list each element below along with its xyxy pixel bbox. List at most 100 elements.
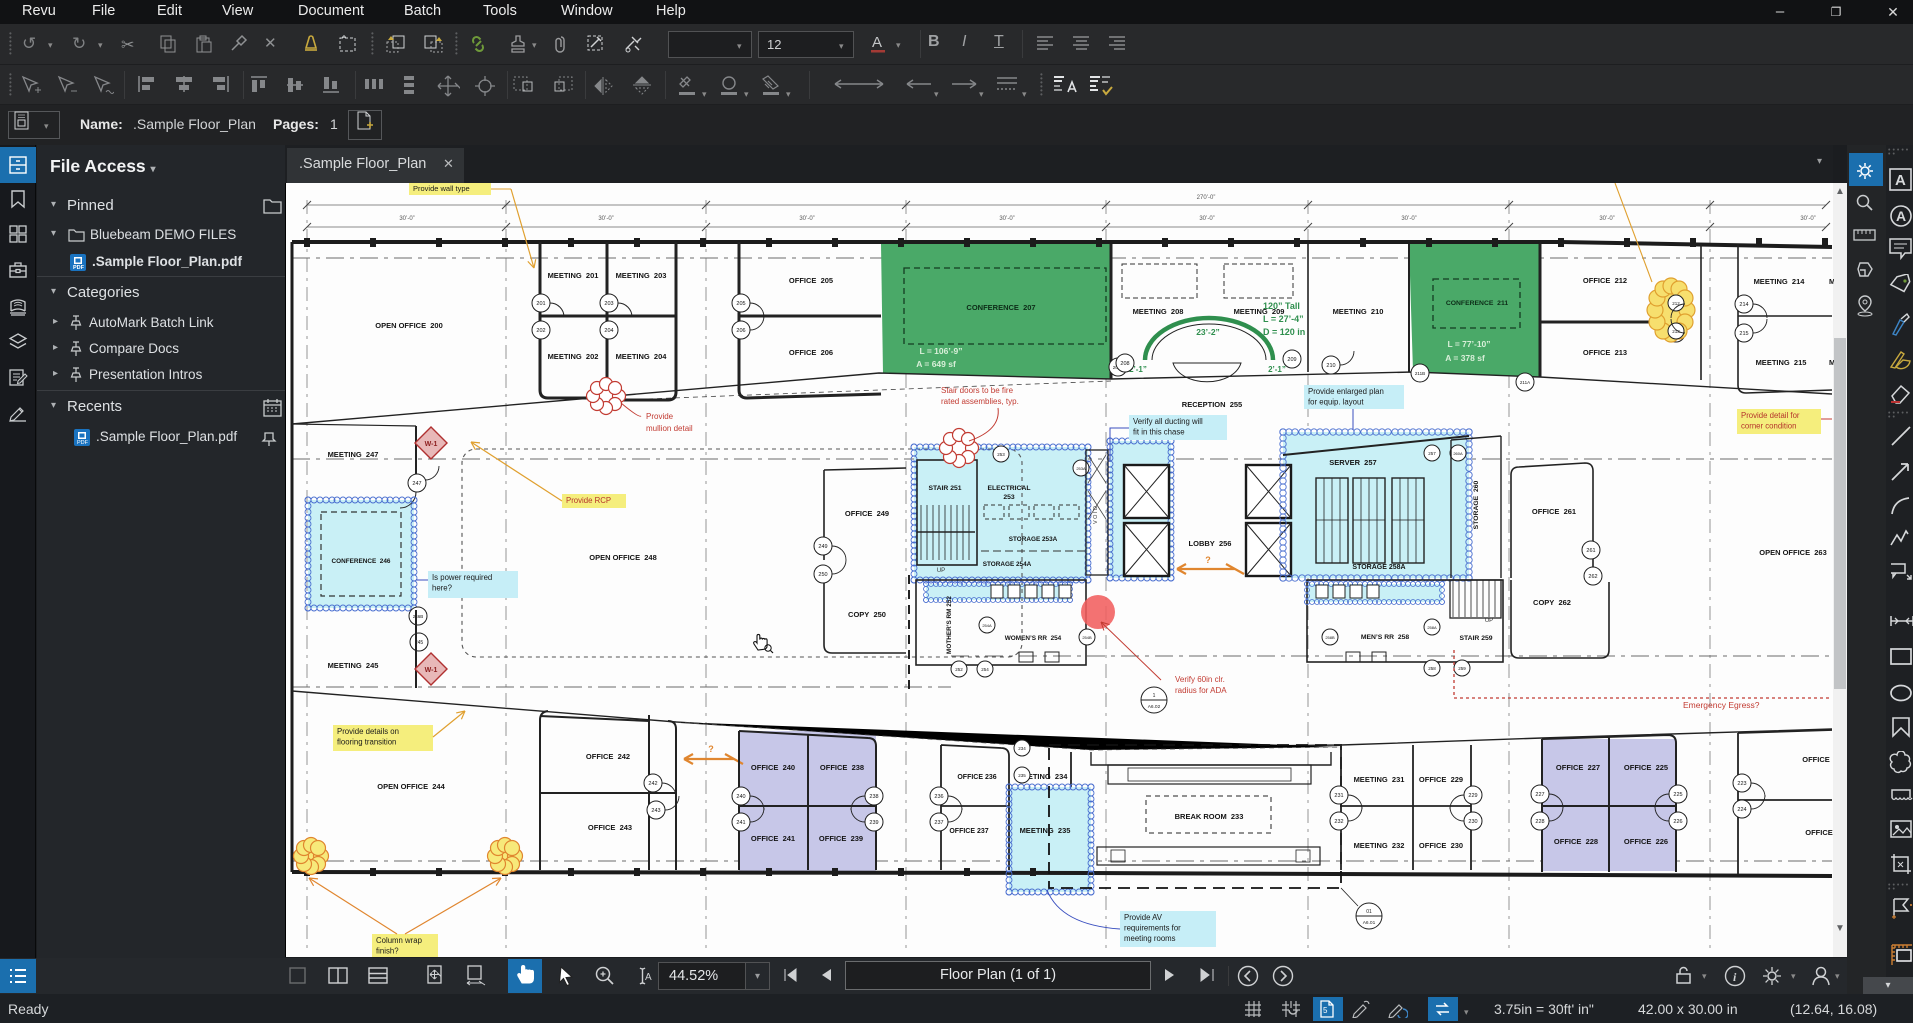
svg-text:227: 227 [1535, 792, 1544, 798]
svg-text:Provide detail for: Provide detail for [1741, 411, 1800, 420]
svg-text:A: A [1896, 208, 1906, 224]
svg-text:30’-0”: 30’-0” [1599, 216, 1614, 222]
svg-text:ME: ME [1829, 358, 1834, 367]
svg-text:OFFICE 227: OFFICE 227 [1556, 763, 1600, 772]
svg-text:236: 236 [934, 794, 943, 800]
svg-text:239: 239 [869, 820, 878, 826]
svg-text:?: ? [1205, 555, 1211, 565]
svg-text:258: 258 [1428, 666, 1436, 671]
svg-text:CONFERENCE 246: CONFERENCE 246 [332, 558, 391, 565]
svg-text:201: 201 [536, 301, 545, 307]
svg-text:A: A [872, 34, 882, 51]
svg-text:205: 205 [736, 301, 745, 307]
svg-text:STAIR 251: STAIR 251 [928, 485, 961, 492]
svg-text:231: 231 [1334, 793, 1343, 799]
svg-text:254B: 254B [1082, 635, 1092, 640]
svg-text:MEETING 215: MEETING 215 [1756, 358, 1807, 367]
svg-text:225: 225 [1673, 792, 1682, 798]
svg-text:MEETING 235: MEETING 235 [1020, 826, 1071, 835]
svg-text:MEN’S RR 258: MEN’S RR 258 [1361, 634, 1410, 641]
svg-text:W-1: W-1 [425, 667, 438, 674]
svg-text:MEETING 203: MEETING 203 [616, 271, 667, 280]
svg-text:MEETING 201: MEETING 201 [548, 271, 599, 280]
svg-text:30’-0”: 30’-0” [1199, 216, 1214, 222]
svg-text:253: 253 [1003, 494, 1015, 501]
svg-text:OFFICE 212: OFFICE 212 [1583, 276, 1627, 285]
svg-text:fit in this chase: fit in this chase [1133, 428, 1185, 437]
svg-text:241: 241 [736, 820, 745, 826]
svg-text:253A: 253A [1076, 466, 1086, 471]
svg-text:23’-2”: 23’-2” [1196, 327, 1220, 337]
svg-text:30’-0”: 30’-0” [1401, 216, 1416, 222]
svg-text:PDF: PDF [73, 265, 85, 271]
svg-text:254: 254 [981, 667, 989, 672]
svg-text:CONFERENCE 211: CONFERENCE 211 [1446, 300, 1509, 307]
svg-text:corner condition: corner condition [1741, 422, 1796, 431]
svg-text:COPY 250: COPY 250 [848, 610, 886, 619]
svg-text:radius for ADA: radius for ADA [1175, 686, 1227, 695]
svg-text:238: 238 [869, 794, 878, 800]
svg-text:MEETING 232: MEETING 232 [1354, 841, 1405, 850]
svg-text:OFFICE 237: OFFICE 237 [949, 828, 988, 835]
svg-text:202: 202 [536, 328, 545, 334]
svg-text:OFFICE 238: OFFICE 238 [820, 763, 864, 772]
svg-text:OPEN OFFICE 248: OPEN OFFICE 248 [589, 553, 657, 562]
svg-text:OFFICE 249: OFFICE 249 [845, 509, 889, 518]
svg-text:252: 252 [955, 667, 963, 672]
svg-text:260A: 260A [1453, 451, 1463, 456]
svg-text:259: 259 [1458, 666, 1466, 671]
svg-text:L = 77’-10”: L = 77’-10” [1447, 339, 1490, 349]
svg-text:240: 240 [736, 794, 745, 800]
svg-text:L = 106’-9”: L = 106’-9” [919, 346, 962, 356]
svg-text:MEETING 245: MEETING 245 [328, 661, 379, 670]
svg-text:V O I D: V O I D [1093, 506, 1099, 524]
svg-text:235: 235 [1018, 773, 1026, 778]
svg-text:230: 230 [1468, 819, 1477, 825]
svg-text:Verify 60in clr.: Verify 60in clr. [1175, 675, 1225, 684]
svg-text:2’-1”: 2’-1” [1268, 365, 1286, 374]
svg-text:211A: 211A [1520, 380, 1530, 385]
svg-text:flooring transition: flooring transition [337, 738, 396, 747]
svg-text:W-1: W-1 [425, 441, 438, 448]
svg-text:requirements for: requirements for [1124, 924, 1181, 933]
svg-text:STORAGE 254A: STORAGE 254A [983, 561, 1032, 568]
svg-text:L = 27’-4”: L = 27’-4” [1263, 314, 1304, 324]
svg-text:MEETING 214: MEETING 214 [1754, 277, 1806, 286]
svg-text:211B: 211B [1415, 371, 1425, 376]
svg-text:30’-0”: 30’-0” [1800, 216, 1815, 222]
svg-text:i: i [1733, 970, 1737, 984]
svg-text:208: 208 [1120, 361, 1129, 367]
svg-text:30’-0”: 30’-0” [598, 216, 613, 222]
svg-text:finish?: finish? [376, 947, 399, 956]
svg-text:OFFICE 206: OFFICE 206 [789, 348, 833, 357]
svg-text:OFFICE 239: OFFICE 239 [819, 834, 863, 843]
svg-text:228: 228 [1535, 819, 1544, 825]
svg-text:234: 234 [1018, 746, 1026, 751]
svg-text:261: 261 [1586, 548, 1595, 554]
svg-text:OFFICE 243: OFFICE 243 [588, 823, 632, 832]
svg-text:meeting rooms: meeting rooms [1124, 934, 1176, 943]
svg-text:249: 249 [818, 544, 827, 550]
svg-text:MEETING 210: MEETING 210 [1333, 307, 1384, 316]
svg-text:WOMEN’S RR 254: WOMEN’S RR 254 [1005, 635, 1062, 642]
svg-text:203: 203 [604, 301, 613, 307]
svg-text:30’-0”: 30’-0” [799, 216, 814, 222]
svg-text:D = 120 in: D = 120 in [1263, 327, 1305, 337]
svg-text:30’-0”: 30’-0” [399, 216, 414, 222]
svg-text:209: 209 [1287, 357, 1296, 363]
svg-text:OFFICE 241: OFFICE 241 [751, 834, 795, 843]
svg-text:243: 243 [651, 808, 660, 814]
svg-text:214: 214 [1739, 302, 1748, 308]
svg-text:206: 206 [736, 328, 745, 334]
svg-text:OPEN OFFICE 244: OPEN OFFICE 244 [377, 782, 445, 791]
svg-text:Stair doors to be fire: Stair doors to be fire [941, 386, 1014, 395]
svg-text:OFFICE 213: OFFICE 213 [1583, 348, 1627, 357]
svg-text:Verify all ducting will: Verify all ducting will [1133, 417, 1203, 426]
svg-text:A = 649 sf: A = 649 sf [916, 359, 956, 369]
svg-text:247: 247 [412, 481, 421, 487]
svg-text:Provide: Provide [646, 412, 674, 421]
svg-text:30’-0”: 30’-0” [999, 216, 1014, 222]
svg-text:MEETING 202: MEETING 202 [548, 352, 599, 361]
svg-text:A: A [1895, 172, 1906, 189]
svg-text:OPEN OFFICE 200: OPEN OFFICE 200 [375, 321, 443, 330]
